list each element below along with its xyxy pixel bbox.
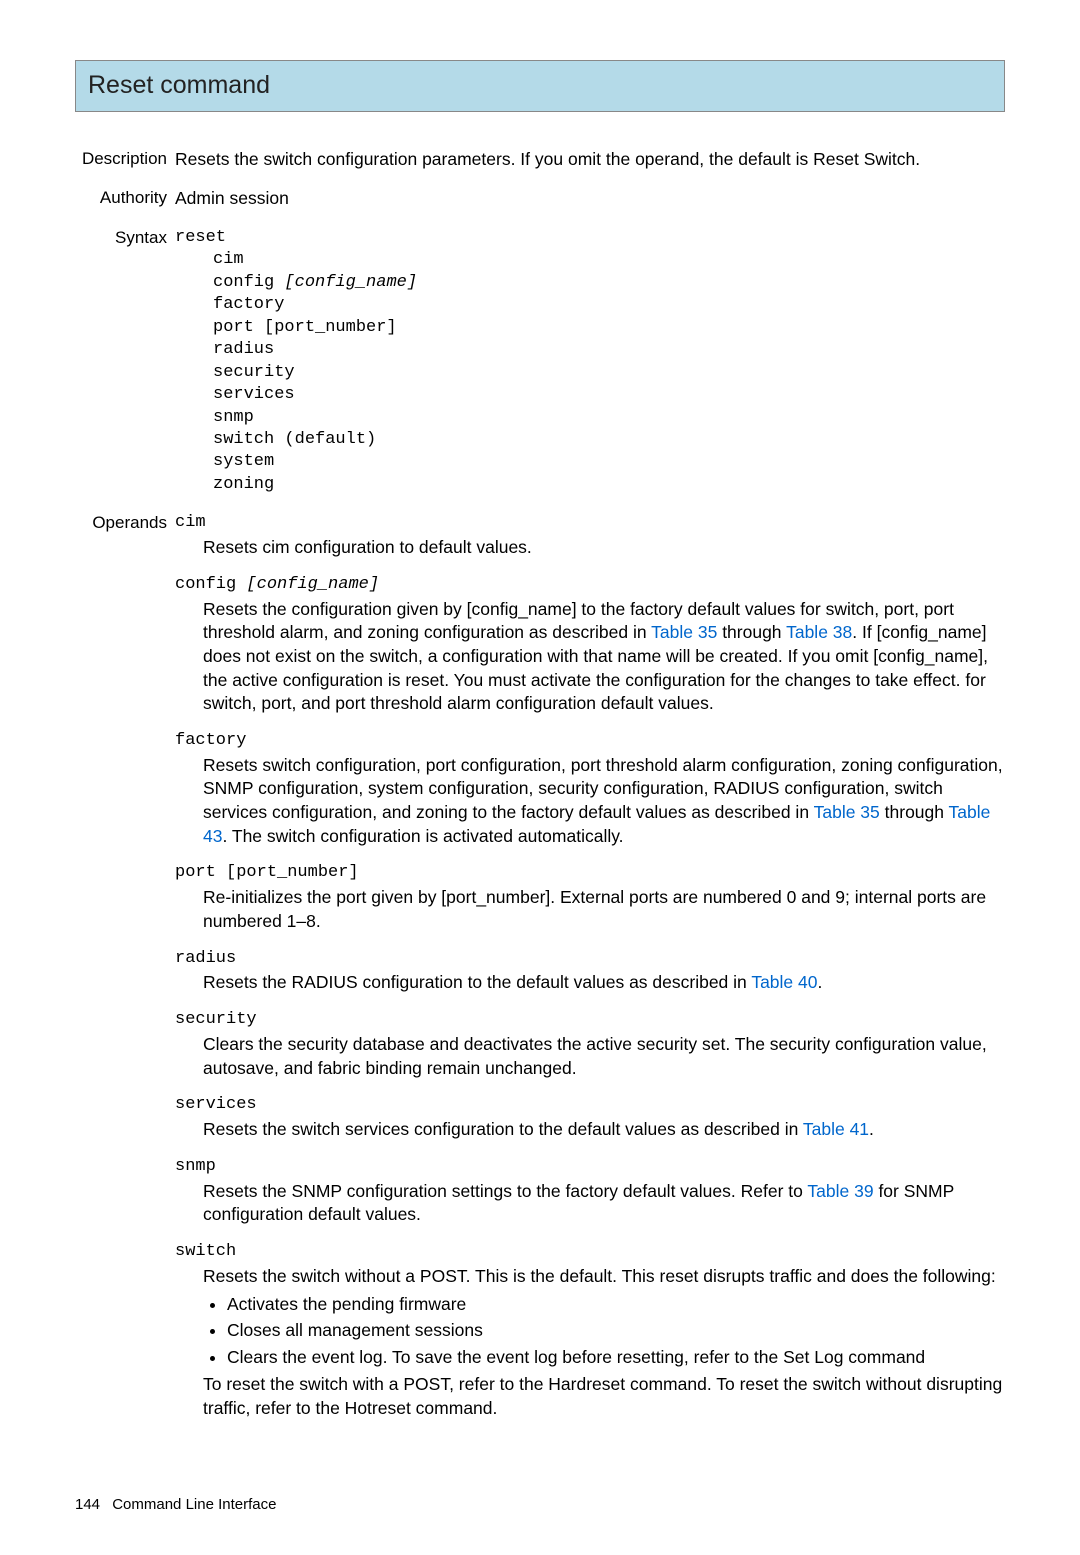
description-row: Description Resets the switch configurat… xyxy=(75,148,1005,172)
table-link[interactable]: Table 40 xyxy=(751,972,817,992)
syntax-line: snmp xyxy=(213,407,1005,429)
operands-row: Operands cim Resets cim configuration to… xyxy=(75,512,1005,1434)
list-item: Closes all management sessions xyxy=(227,1319,1005,1343)
operand-config: config [config_name] Resets the configur… xyxy=(175,574,1005,716)
page-number: 144 xyxy=(75,1496,100,1513)
operand-desc: Resets the switch without a POST. This i… xyxy=(175,1265,1005,1421)
switch-bullet-list: Activates the pending firmware Closes al… xyxy=(203,1293,1005,1370)
operand-radius: radius Resets the RADIUS configuration t… xyxy=(175,948,1005,996)
operand-desc: Resets the SNMP configuration settings t… xyxy=(175,1180,1005,1227)
syntax-line: switch (default) xyxy=(213,429,1005,451)
operand-desc: Resets cim configuration to default valu… xyxy=(175,536,1005,560)
list-item: Clears the event log. To save the event … xyxy=(227,1346,1005,1370)
operand-services: services Resets the switch services conf… xyxy=(175,1094,1005,1142)
operand-desc: Re-initializes the port given by [port_n… xyxy=(175,886,1005,933)
section-title: Reset command xyxy=(88,69,992,103)
operand-desc: Resets the RADIUS configuration to the d… xyxy=(175,971,1005,995)
table-link[interactable]: Table 41 xyxy=(803,1119,869,1139)
footer-text: Command Line Interface xyxy=(112,1496,276,1513)
operand-term: snmp xyxy=(175,1156,1005,1179)
operand-factory: factory Resets switch configuration, por… xyxy=(175,730,1005,848)
operand-desc: Resets the switch services configuration… xyxy=(175,1118,1005,1142)
table-link[interactable]: Table 35 xyxy=(814,802,880,822)
table-link[interactable]: Table 35 xyxy=(651,622,717,642)
operand-term: services xyxy=(175,1094,1005,1117)
syntax-line: cim xyxy=(213,249,1005,271)
syntax-line: port [port_number] xyxy=(213,317,1005,339)
list-item: Activates the pending firmware xyxy=(227,1293,1005,1317)
operand-desc: Resets the configuration given by [confi… xyxy=(175,598,1005,716)
operand-term: security xyxy=(175,1009,1005,1032)
syntax-line: factory xyxy=(213,294,1005,316)
operand-term: cim xyxy=(175,512,1005,535)
operand-term: port [port_number] xyxy=(175,862,1005,885)
description-label: Description xyxy=(75,148,175,171)
authority-label: Authority xyxy=(75,187,175,210)
section-title-box: Reset command xyxy=(75,60,1005,112)
operand-term: switch xyxy=(175,1241,1005,1264)
authority-text: Admin session xyxy=(175,187,1005,211)
syntax-line: services xyxy=(213,384,1005,406)
operand-switch: switch Resets the switch without a POST.… xyxy=(175,1241,1005,1421)
syntax-line: system xyxy=(213,451,1005,473)
description-text: Resets the switch configuration paramete… xyxy=(175,148,1005,172)
operand-security: security Clears the security database an… xyxy=(175,1009,1005,1080)
syntax-command: reset xyxy=(175,227,1005,249)
operand-cim: cim Resets cim configuration to default … xyxy=(175,512,1005,560)
syntax-line: radius xyxy=(213,339,1005,361)
operand-port: port [port_number] Re-initializes the po… xyxy=(175,862,1005,933)
operand-desc: Clears the security database and deactiv… xyxy=(175,1033,1005,1080)
syntax-row: Syntax reset cim config [config_name] fa… xyxy=(75,227,1005,496)
authority-row: Authority Admin session xyxy=(75,187,1005,211)
syntax-content: reset cim config [config_name] factory p… xyxy=(175,227,1005,496)
operands-label: Operands xyxy=(75,512,175,535)
operand-desc: Resets switch configuration, port config… xyxy=(175,754,1005,849)
operand-snmp: snmp Resets the SNMP configuration setti… xyxy=(175,1156,1005,1227)
operand-term: factory xyxy=(175,730,1005,753)
operand-term: radius xyxy=(175,948,1005,971)
operand-term: config [config_name] xyxy=(175,574,1005,597)
table-link[interactable]: Table 39 xyxy=(807,1181,873,1201)
syntax-options: cim config [config_name] factory port [p… xyxy=(175,249,1005,496)
table-link[interactable]: Table 38 xyxy=(786,622,852,642)
syntax-line: config [config_name] xyxy=(213,272,1005,294)
page-footer: 144 Command Line Interface xyxy=(75,1495,1005,1515)
syntax-line: security xyxy=(213,362,1005,384)
syntax-line: zoning xyxy=(213,474,1005,496)
syntax-label: Syntax xyxy=(75,227,175,250)
operands-content: cim Resets cim configuration to default … xyxy=(175,512,1005,1434)
